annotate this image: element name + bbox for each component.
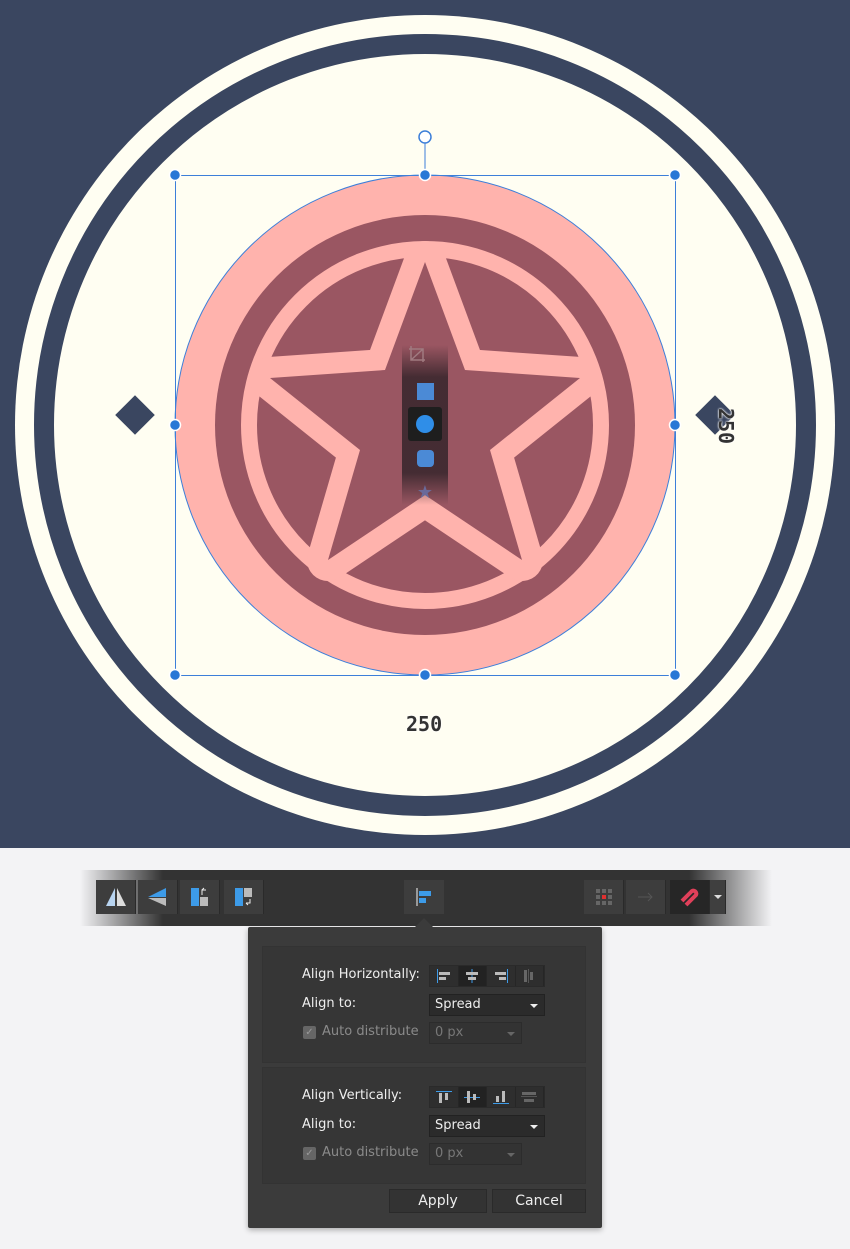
rotation-handle[interactable] [418,130,432,144]
horizontal-align-to-label: Align to: [302,996,357,1011]
horizontal-align-buttons [429,965,545,987]
align-center-icon[interactable] [458,966,487,986]
rotate-clockwise-icon[interactable] [224,880,264,914]
shape-toolstrip: ★ [402,345,448,505]
align-top-icon[interactable] [430,1087,459,1107]
space-vertically-icon[interactable] [516,1087,544,1107]
vertical-auto-distribute-checkbox[interactable]: ✓ [303,1147,316,1160]
flip-vertical-icon[interactable] [138,880,178,914]
align-bottom-icon[interactable] [487,1087,516,1107]
align-vertically-label: Align Vertically: [302,1088,403,1103]
rounded-square-icon[interactable] [408,441,442,475]
space-horizontally-icon[interactable] [516,966,544,986]
align-middle-icon[interactable] [458,1087,487,1107]
horizontal-align-to-select[interactable]: Spread [429,994,545,1016]
rotate-counterclockwise-icon[interactable] [180,880,220,914]
circle-icon[interactable] [408,407,442,441]
snap-grid-icon[interactable] [584,880,624,914]
height-dimension-label: 250 [714,407,739,445]
horizontal-auto-distribute-label: Auto distribute [322,1024,419,1039]
vertical-distribute-spacing-select[interactable]: 0 px [429,1143,522,1165]
vertical-align-to-label: Align to: [302,1117,357,1132]
square-icon[interactable] [408,374,442,408]
star-icon[interactable]: ★ [408,475,442,509]
vertical-align-to-select[interactable]: Spread [429,1115,545,1137]
apply-button[interactable]: Apply [389,1189,487,1213]
width-dimension-label: 250 [406,712,443,736]
horizontal-distribute-spacing-select[interactable]: 0 px [429,1022,522,1044]
snapping-dropdown-icon[interactable] [710,880,726,914]
align-horizontally-label: Align Horizontally: [302,967,420,982]
horizontal-auto-distribute-checkbox[interactable]: ✓ [303,1026,316,1039]
align-button[interactable] [404,880,444,914]
align-popup: Align Horizontally: Align to: Spread ✓ A… [248,918,602,1228]
align-right-icon[interactable] [487,966,516,986]
cancel-button[interactable]: Cancel [492,1189,586,1213]
vertical-align-group: Align Vertically: Align to: Spread ✓ Aut… [262,1067,586,1184]
vertical-align-buttons [429,1086,545,1108]
align-left-icon[interactable] [430,966,459,986]
design-canvas[interactable]: 250 250 ★ [0,0,850,848]
flip-horizontal-icon[interactable] [96,880,136,914]
horizontal-align-group: Align Horizontally: Align to: Spread ✓ A… [262,946,586,1063]
vertical-auto-distribute-label: Auto distribute [322,1145,419,1160]
snapping-magnet-icon[interactable] [670,880,710,914]
arrow-icon[interactable] [626,880,666,914]
